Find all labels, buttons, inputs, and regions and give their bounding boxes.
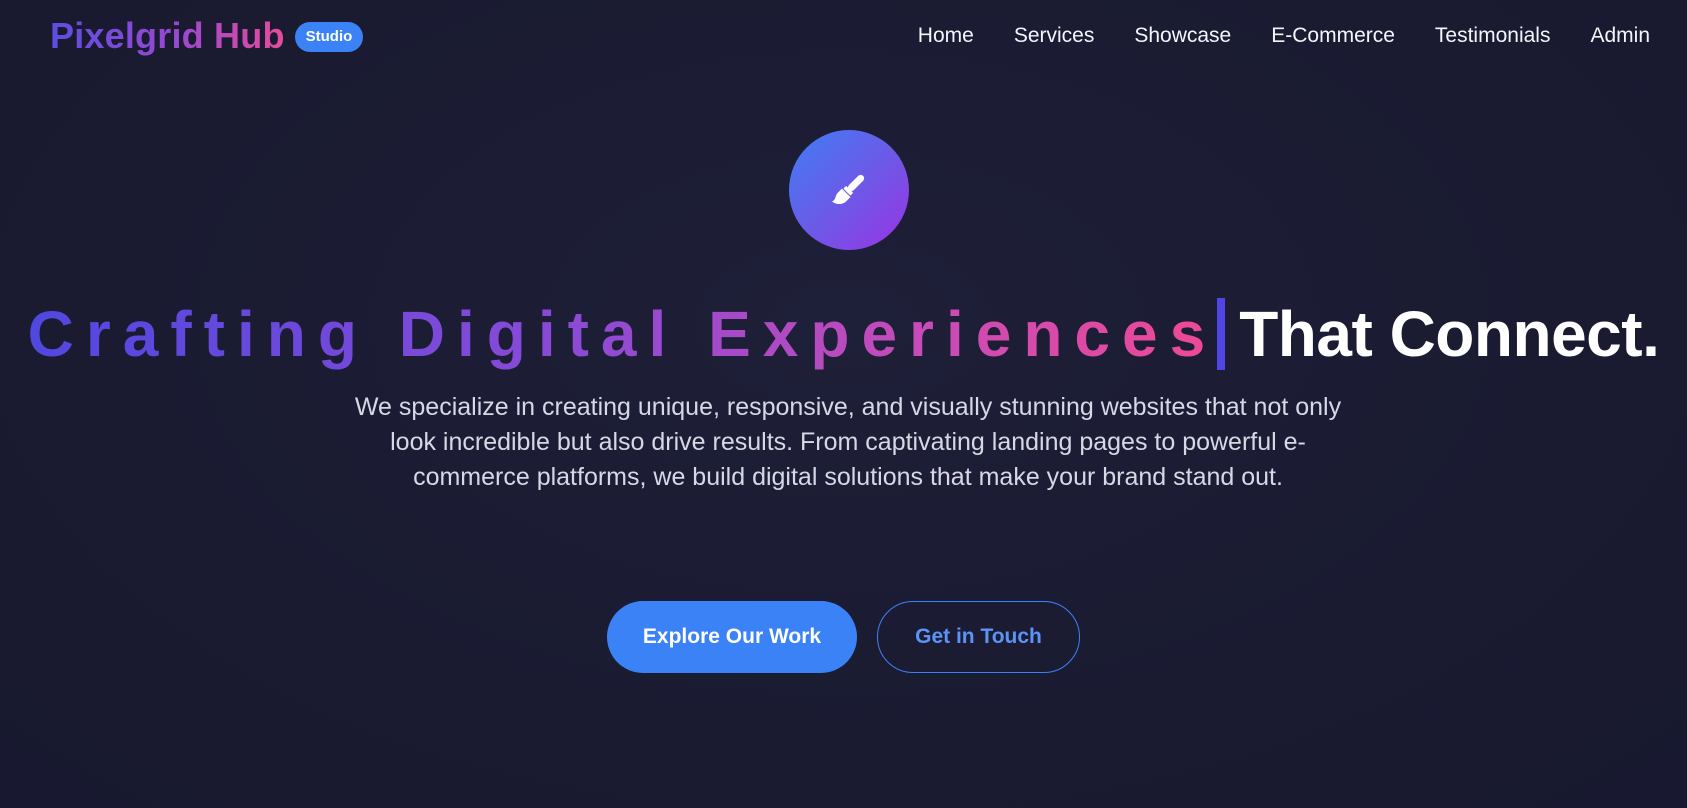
paintbrush-icon [832, 174, 865, 204]
brand[interactable]: Pixelgrid Hub Studio [50, 14, 364, 58]
brand-badge: Studio [294, 22, 364, 52]
nav-admin[interactable]: Admin [1590, 22, 1650, 50]
brand-name[interactable]: Pixelgrid Hub [50, 14, 285, 58]
hero-description: We specialize in creating unique, respon… [354, 393, 1342, 491]
explore-our-work-button[interactable]: Explore Our Work [607, 601, 857, 673]
nav-testimonials[interactable]: Testimonials [1435, 22, 1551, 50]
hero-headline: Crafting Digital Experiences That Connec… [0, 296, 1687, 372]
nav-e-commerce[interactable]: E-Commerce [1271, 22, 1395, 50]
typing-cursor [1217, 298, 1226, 370]
headline-white-text: That Connect. [1239, 298, 1660, 370]
cta-row: Explore Our Work Get in Touch [0, 601, 1687, 673]
headline-gradient-text: Crafting Digital Experiences [27, 298, 1218, 370]
nav-showcase[interactable]: Showcase [1134, 22, 1231, 50]
hero-icon-circle [789, 130, 909, 250]
nav-home[interactable]: Home [918, 22, 974, 50]
get-in-touch-button[interactable]: Get in Touch [877, 601, 1080, 673]
main-nav: Home Services Showcase E-Commerce Testim… [918, 22, 1650, 50]
site-header: Pixelgrid Hub Studio Home Services Showc… [0, 0, 1687, 72]
nav-services[interactable]: Services [1014, 22, 1095, 50]
